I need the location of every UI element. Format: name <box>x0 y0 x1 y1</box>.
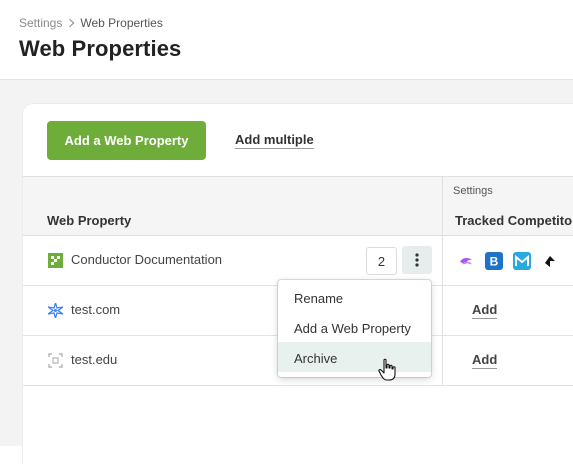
settings-group-header: Settings <box>453 185 493 197</box>
svg-text:B: B <box>490 255 499 269</box>
row-actions-menu: Rename Add a Web Property Archive <box>278 280 431 377</box>
row-actions-button[interactable] <box>402 246 432 274</box>
sparkle-logo-icon <box>48 303 63 318</box>
competitor-icons: B <box>457 252 559 270</box>
column-tracked-competitors[interactable]: Tracked Competito <box>455 213 572 228</box>
property-count-badge: 2 <box>366 247 397 275</box>
arrow-logo-icon <box>542 253 558 269</box>
web-property-name[interactable]: test.com <box>71 302 120 317</box>
breadcrumb: Settings Web Properties <box>19 16 163 30</box>
add-competitor-link[interactable]: Add <box>472 352 498 369</box>
page-header: Settings Web Properties Web Properties <box>0 0 573 80</box>
page-title: Web Properties <box>19 36 182 61</box>
column-divider <box>442 176 443 385</box>
column-header-row: Web Property Tracked Competito <box>23 206 573 236</box>
menu-item-rename[interactable]: Rename <box>278 282 431 312</box>
m-logo-icon <box>513 252 531 270</box>
table-row[interactable]: Conductor Documentation 2 B <box>23 236 573 286</box>
hand-cursor-icon <box>378 358 396 381</box>
web-property-name[interactable]: test.edu <box>71 352 117 367</box>
grid-logo-icon <box>48 253 63 268</box>
add-competitor-link[interactable]: Add <box>472 302 498 319</box>
menu-item-add-web-property[interactable]: Add a Web Property <box>278 312 431 342</box>
kebab-menu-icon <box>415 253 419 267</box>
add-web-property-button[interactable]: Add a Web Property <box>47 121 206 160</box>
add-multiple-link[interactable]: Add multiple <box>235 132 314 149</box>
chevron-right-icon <box>66 18 75 28</box>
group-header-row: Settings <box>23 176 573 207</box>
purple-swirl-icon <box>460 257 472 265</box>
menu-item-archive[interactable]: Archive <box>278 342 431 372</box>
column-web-property[interactable]: Web Property <box>47 213 131 228</box>
b-logo-icon: B <box>485 252 503 270</box>
breadcrumb-current: Web Properties <box>80 16 163 30</box>
web-property-name[interactable]: Conductor Documentation <box>71 252 222 267</box>
placeholder-logo-icon <box>48 353 63 368</box>
breadcrumb-settings-link[interactable]: Settings <box>19 16 62 30</box>
